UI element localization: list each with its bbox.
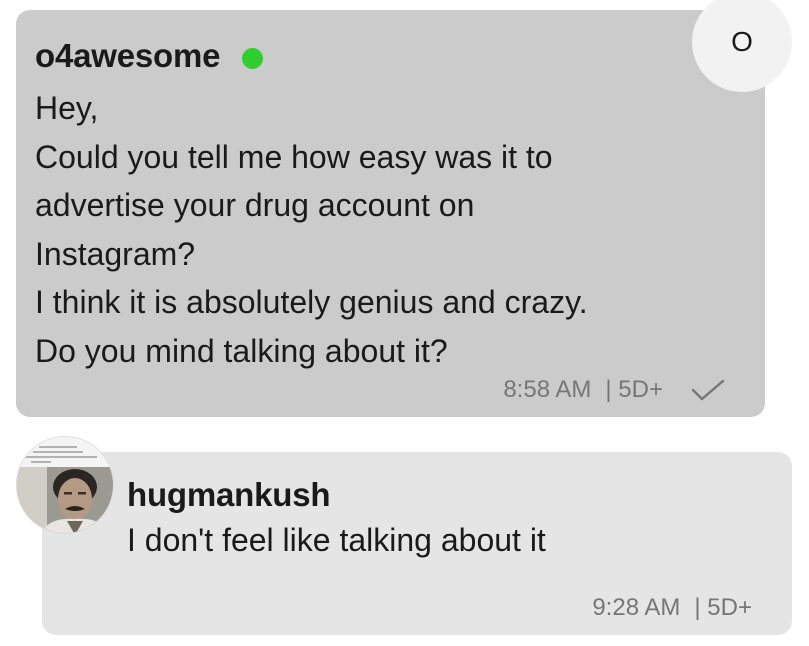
avatar-initial: O xyxy=(731,26,753,57)
message-time: 8:58 AM xyxy=(503,376,592,403)
sender-row: hugmankush xyxy=(127,476,792,514)
message-line: I don't feel like talking about it xyxy=(127,522,546,558)
message-bubble-outgoing[interactable]: o4awesome Hey, Could you tell me how eas… xyxy=(16,10,765,417)
profile-photo-avatar[interactable] xyxy=(16,436,114,534)
message-line: Instagram? xyxy=(35,235,196,272)
message-line: Hey, xyxy=(35,90,99,126)
message-text: Hey, Could you tell me how easy was it t… xyxy=(35,84,745,375)
message-line: I think it is absolutely genius and craz… xyxy=(35,284,588,320)
message-bubble-incoming[interactable]: hugmankush I don't feel like talking abo… xyxy=(42,452,792,635)
profile-photo xyxy=(17,437,113,533)
message-meta: 8:58 AM | 5D+ xyxy=(503,376,725,404)
message-age: | 5D+ xyxy=(605,376,663,403)
message-line: Could you tell me how easy was it to xyxy=(35,138,553,175)
message-meta: 9:28 AM | 5D+ xyxy=(592,594,752,622)
sender-row: o4awesome xyxy=(35,34,745,78)
message-age: | 5D+ xyxy=(694,594,752,621)
sender-name[interactable]: hugmankush xyxy=(127,476,331,513)
online-status-dot xyxy=(242,47,264,69)
message-time: 9:28 AM xyxy=(592,594,681,621)
message-line: Do you mind talking about it? xyxy=(35,332,448,369)
checkmark-icon xyxy=(691,379,725,401)
message-text: I don't feel like talking about it xyxy=(127,516,792,565)
chat-screen: o4awesome Hey, Could you tell me how eas… xyxy=(0,0,809,646)
message-line: advertise your drug account on xyxy=(35,187,475,223)
sender-name[interactable]: o4awesome xyxy=(35,37,220,75)
user-avatar[interactable]: O xyxy=(692,0,792,92)
